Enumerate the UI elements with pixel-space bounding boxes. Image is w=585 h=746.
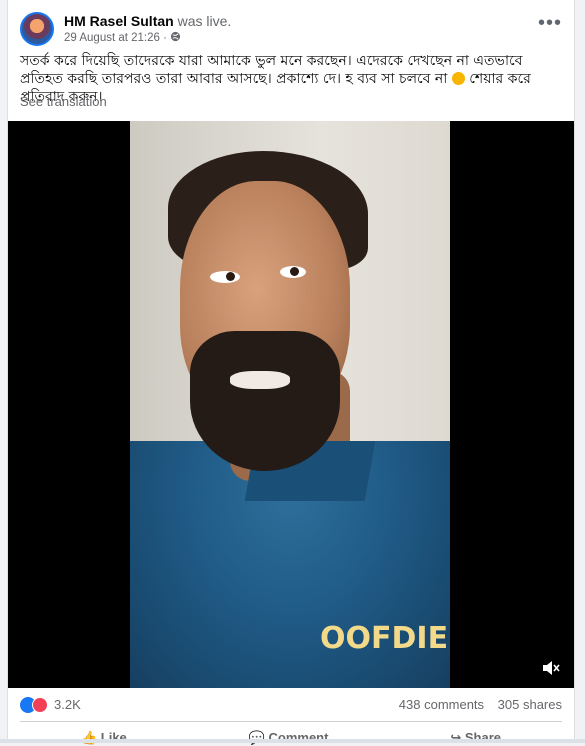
video-pupil-right bbox=[290, 267, 299, 276]
post-stats: 3.2K 438 comments 305 shares bbox=[20, 694, 562, 716]
divider bbox=[20, 721, 562, 722]
post-action: was live. bbox=[178, 13, 232, 29]
video-pupil-left bbox=[226, 272, 235, 281]
author-name[interactable]: HM Rasel Sultan bbox=[64, 13, 174, 29]
volume-muted-icon[interactable] bbox=[542, 660, 560, 676]
bottom-bar bbox=[0, 739, 585, 743]
globe-icon bbox=[170, 31, 181, 42]
video-player[interactable]: OOFDIE bbox=[8, 121, 574, 688]
post-body: সতর্ক করে দিয়েছি তাদেরকে যারা আমাকে ভুল… bbox=[20, 53, 522, 87]
reaction-count[interactable]: 3.2K bbox=[54, 697, 81, 712]
engagement-counts: 438 comments 305 shares bbox=[399, 697, 562, 712]
author-line: HM Rasel Sultan was live. bbox=[64, 13, 231, 29]
post-card: HM Rasel Sultan was live. 29 August at 2… bbox=[7, 0, 575, 743]
video-eye-left bbox=[210, 271, 240, 283]
video-beard bbox=[190, 331, 340, 471]
love-reaction-icon bbox=[32, 697, 48, 713]
video-mouth bbox=[230, 371, 290, 389]
post-timestamp[interactable]: 29 August at 21:26 · bbox=[64, 31, 181, 44]
more-options-button[interactable]: ••• bbox=[538, 16, 562, 30]
shirt-print: OOFDIE bbox=[320, 621, 448, 656]
video-frame: OOFDIE bbox=[130, 121, 450, 688]
avatar[interactable] bbox=[20, 12, 54, 46]
see-translation-link[interactable]: See translation bbox=[20, 94, 107, 109]
comments-count[interactable]: 438 comments bbox=[399, 697, 484, 712]
post-date[interactable]: 29 August at 21:26 · bbox=[64, 32, 167, 44]
fist-emoji-icon bbox=[452, 72, 465, 85]
shares-count[interactable]: 305 shares bbox=[498, 697, 562, 712]
post-header: HM Rasel Sultan was live. 29 August at 2… bbox=[20, 12, 562, 48]
